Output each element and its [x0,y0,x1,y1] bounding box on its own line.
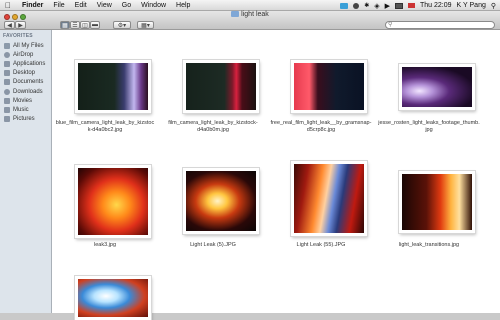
file-name[interactable]: Light Leak (5).JPG [160,242,266,249]
flag-icon[interactable] [408,3,415,8]
menu-window[interactable]: Window [141,2,166,9]
file-name[interactable]: film_camera_light_leak_by_kizstock- [160,120,266,127]
cover-flow-icon: ▬ [92,22,98,28]
menu-file[interactable]: File [53,2,64,9]
sidebar-item-pictures[interactable]: Pictures [0,115,51,124]
music-icon [4,106,10,113]
list-icon: ☰ [72,22,78,29]
all-files-icon [4,42,10,49]
forward-button[interactable]: ▶ [15,21,26,29]
file-name[interactable]: leak3.jpg [52,242,158,249]
light-leak-image [78,63,148,110]
file-thumbnail[interactable] [291,161,367,236]
folder-icon [231,11,240,17]
grid-icon: ▦ [62,22,68,29]
light-leak-image [78,168,148,235]
file-thumbnail[interactable] [399,64,475,110]
arrange-menu-button[interactable]: ▦▾ [137,21,154,29]
arrange-icon: ▦▾ [141,22,150,29]
app-status-icon[interactable] [340,2,349,9]
gear-icon: ⚙▾ [117,22,127,29]
action-menu-button[interactable]: ⚙▾ [113,21,131,29]
search-input[interactable]: ⚲ [385,21,495,29]
sidebar-heading: FAVORITES [3,33,33,39]
sidebar-item-desktop[interactable]: Desktop [0,69,51,78]
window-title: light leak [0,11,500,18]
sidebar-item-downloads[interactable]: Downloads [0,87,51,96]
light-leak-image [78,279,148,317]
menu-bar:  Finder File Edit View Go Window Help ✱… [0,0,500,11]
file-name[interactable]: blue_film_camera_light_leak_by_kizstoc [52,120,158,127]
applications-icon [4,60,10,67]
light-leak-image [294,63,364,110]
file-name-line2[interactable]: d4a0b0m.jpg [160,127,266,134]
file-thumbnail[interactable] [291,60,367,113]
light-leak-image [402,67,472,107]
documents-icon [4,79,10,86]
clock[interactable]: Thu 22:09 [420,2,452,9]
list-view-button[interactable]: ☰ [70,21,80,29]
file-name-line2[interactable]: jpg [376,127,482,134]
spotlight-icon[interactable]: ⚲ [491,2,496,10]
cover-flow-button[interactable]: ▬ [90,21,100,29]
file-name[interactable]: light_leak_transitions.jpg [376,242,482,249]
search-icon: ⚲ [388,22,393,28]
time-machine-icon[interactable] [353,2,360,9]
back-button[interactable]: ◀ [4,21,15,29]
finder-window: light leak ◀ ▶ ▦ ☰ ◫ ▬ ⚙▾ ▦▾ ⚲ FAVORITES… [0,11,500,320]
file-name[interactable]: Light Leak (55).JPG [268,242,374,249]
movies-icon [4,97,10,104]
file-thumbnail[interactable] [183,168,259,234]
desktop-icon [4,70,10,77]
menu-finder[interactable]: Finder [22,2,43,9]
file-thumbnail[interactable] [75,60,151,113]
menu-help[interactable]: Help [176,2,190,9]
battery-icon[interactable] [395,2,403,9]
menu-edit[interactable]: Edit [75,2,87,9]
file-name-line2[interactable]: k-d4a0bc2.jpg [52,127,158,134]
file-name[interactable]: jesse_rosten_light_leaks_footage_thumb. [376,120,482,127]
light-leak-image [186,63,256,110]
pictures-icon [4,116,10,123]
user-name[interactable]: K Y Pang [457,2,486,9]
sidebar-item-airdrop[interactable]: AirDrop [0,50,51,59]
light-leak-image [294,164,364,233]
file-thumbnail[interactable] [75,165,151,238]
column-view-button[interactable]: ◫ [80,21,90,29]
file-thumbnail[interactable] [399,171,475,233]
downloads-icon [4,88,10,95]
file-thumbnail[interactable] [75,276,151,320]
icon-view-button[interactable]: ▦ [60,21,70,29]
menu-view[interactable]: View [97,2,112,9]
menu-go[interactable]: Go [122,2,131,9]
sidebar: FAVORITES All My Files AirDrop Applicati… [0,30,52,313]
file-name-line2[interactable]: d5crp8c.jpg [268,127,374,134]
file-name[interactable]: free_real_film_light_leak__by_gramsnap- [268,120,374,127]
airdrop-icon [4,51,10,58]
bluetooth-icon[interactable]: ✱ [364,2,369,9]
file-icon-view: blue_film_camera_light_leak_by_kizstoc k… [52,30,500,320]
sidebar-item-documents[interactable]: Documents [0,78,51,87]
apple-menu-icon[interactable]:  [3,1,13,10]
light-leak-image [402,174,472,230]
sidebar-item-all-my-files[interactable]: All My Files [0,41,51,50]
file-thumbnail[interactable] [183,60,259,113]
sidebar-item-movies[interactable]: Movies [0,96,51,105]
title-bar: light leak ◀ ▶ ▦ ☰ ◫ ▬ ⚙▾ ▦▾ ⚲ [0,11,500,30]
wifi-icon[interactable]: ◈ [374,2,379,10]
light-leak-image [186,171,256,231]
sidebar-item-music[interactable]: Music [0,105,51,114]
columns-icon: ◫ [82,22,88,29]
sidebar-item-applications[interactable]: Applications [0,59,51,68]
volume-icon[interactable]: ▶ [385,2,390,10]
